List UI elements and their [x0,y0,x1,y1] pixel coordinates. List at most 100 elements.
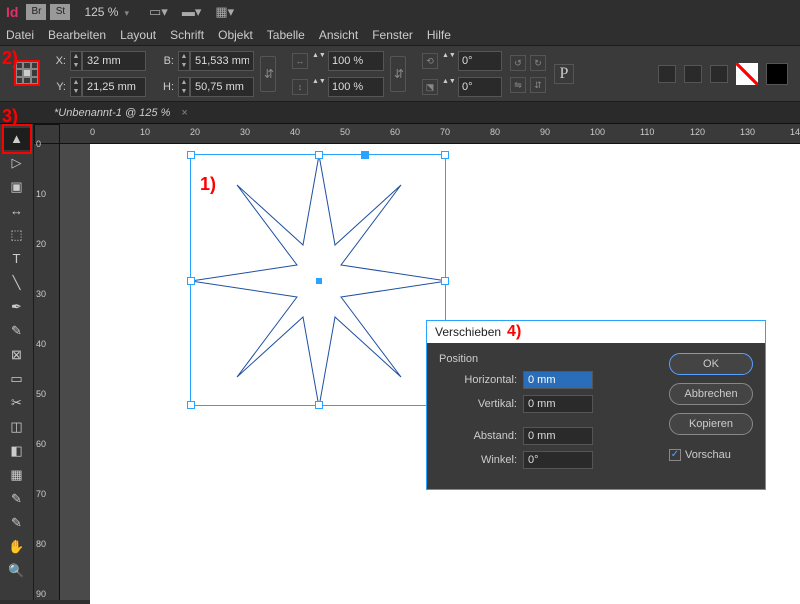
horizontal-input[interactable] [523,371,593,389]
horizontal-ruler[interactable]: 0102030405060708090100110120130140 [60,124,800,144]
free-transform-tool[interactable]: ◫ [4,416,30,438]
angle-label: Winkel: [439,454,517,466]
paragraph-style-icon[interactable]: P [554,64,574,84]
menu-datei[interactable]: Datei [6,28,34,42]
menu-tabelle[interactable]: Tabelle [267,28,305,42]
preview-checkbox[interactable]: ✓ Vorschau [669,449,753,461]
rotate-input[interactable] [458,51,502,71]
menu-bearbeiten[interactable]: Bearbeiten [48,28,106,42]
move-dialog: Verschieben 4) Position Horizontal: Vert… [426,320,766,490]
dialog-title: Verschieben [435,325,501,339]
h-stepper[interactable]: ▲▼ [178,77,190,97]
x-label: X: [52,55,66,67]
constrain-proportions-icon[interactable] [260,56,276,92]
zoom-tool[interactable]: 🔍 [4,560,30,582]
menu-layout[interactable]: Layout [120,28,156,42]
fill-none-icon[interactable] [736,63,758,85]
scale-x-icon: ↔ [292,53,308,69]
distance-input[interactable] [523,427,593,445]
annotation-4: 4) [507,323,521,341]
rotate-cw-icon[interactable]: ↻ [530,55,546,71]
annotation-1: 1) [200,174,216,195]
view-options-icon[interactable]: ▭▾ [149,4,168,20]
tool-panel: ▲ ▷ ▣ ↔ ⬚ T ╲ ✒ ✎ ⊠ ▭ ✂ ◫ ◧ ▦ ✎ ✎ ✋ 🔍 [0,124,34,600]
app-logo-icon: Id [6,4,18,20]
document-tab-strip: *Unbenannt-1 @ 125 % × [0,102,800,124]
menu-hilfe[interactable]: Hilfe [427,28,451,42]
gradient-swatch-tool[interactable]: ◧ [4,440,30,462]
h-input[interactable] [190,77,254,97]
y-input[interactable] [82,77,146,97]
w-stepper[interactable]: ▲▼ [178,51,190,71]
scaley-stepper[interactable]: ▲▼ [312,78,324,96]
flip-h-icon[interactable]: ⇋ [510,77,526,93]
content-collector-tool[interactable]: ⬚ [4,224,30,246]
distribute-icon[interactable] [684,65,702,83]
position-group-label: Position [439,353,655,365]
w-label: B: [160,55,174,67]
gradient-feather-tool[interactable]: ▦ [4,464,30,486]
document-tab-label: *Unbenannt-1 @ 125 % [54,107,170,119]
check-icon: ✓ [669,449,681,461]
ok-button[interactable]: OK [669,353,753,375]
note-tool[interactable]: ✎ [4,488,30,510]
vertical-input[interactable] [523,395,593,413]
flip-v-icon[interactable]: ⇵ [530,77,546,93]
bridge-icon[interactable]: Br [26,4,46,20]
pathfinder-icon[interactable] [710,65,728,83]
selection-bounding-box[interactable] [190,154,446,406]
hand-tool[interactable]: ✋ [4,536,30,558]
arrange-docs-icon[interactable]: ▦▾ [215,4,234,20]
shear-icon: ⬔ [422,79,438,95]
preview-label: Vorschau [685,449,731,461]
gap-tool[interactable]: ↔ [4,200,30,222]
document-tab[interactable]: *Unbenannt-1 @ 125 % × [46,104,196,122]
rot-stepper[interactable]: ▲▼ [442,52,454,70]
dialog-title-bar[interactable]: Verschieben 4) [427,321,765,343]
scale-y-icon: ↕ [292,79,308,95]
copy-button[interactable]: Kopieren [669,413,753,435]
eyedropper-tool[interactable]: ✎ [4,512,30,534]
menu-ansicht[interactable]: Ansicht [319,28,358,42]
page-tool[interactable]: ▣ [4,176,30,198]
constrain-scale-icon[interactable] [390,56,406,92]
w-input[interactable] [190,51,254,71]
vertical-ruler[interactable]: 0102030405060708090 [34,144,60,600]
pen-tool[interactable]: ✒ [4,296,30,318]
menu-objekt[interactable]: Objekt [218,28,253,42]
scissors-tool[interactable]: ✂ [4,392,30,414]
cancel-button[interactable]: Abbrechen [669,383,753,405]
x-input[interactable] [82,51,146,71]
menu-bar: Datei Bearbeiten Layout Schrift Objekt T… [0,24,800,46]
control-bar: X: ▲▼ Y: ▲▼ B: ▲▼ H: ▲▼ ↔▲▼ ↕▲▼ ⟲▲▼ ⬔▲▼ … [0,46,800,102]
y-stepper[interactable]: ▲▼ [70,77,82,97]
reference-point-control[interactable] [14,60,42,88]
align-icon[interactable] [658,65,676,83]
screen-mode-icon[interactable]: ▬▾ [182,4,202,20]
pencil-tool[interactable]: ✎ [4,320,30,342]
rectangle-tool[interactable]: ▭ [4,368,30,390]
annotation-3: 3) [2,106,18,127]
scale-x-input[interactable] [328,51,384,71]
shear-stepper[interactable]: ▲▼ [442,78,454,96]
menu-fenster[interactable]: Fenster [372,28,413,42]
menu-schrift[interactable]: Schrift [170,28,204,42]
scale-y-input[interactable] [328,77,384,97]
vertical-label: Vertikal: [439,398,517,410]
stock-icon[interactable]: St [50,4,70,20]
scalex-stepper[interactable]: ▲▼ [312,52,324,70]
shear-input[interactable] [458,77,502,97]
rectangle-frame-tool[interactable]: ⊠ [4,344,30,366]
zoom-level-select[interactable]: 125 % [84,5,129,19]
rotate-ccw-icon[interactable]: ↺ [510,55,526,71]
h-label: H: [160,81,174,93]
app-bar: Id Br St 125 % ▭▾ ▬▾ ▦▾ [0,0,800,24]
type-tool[interactable]: T [4,248,30,270]
stroke-black-icon[interactable] [766,63,788,85]
line-tool[interactable]: ╲ [4,272,30,294]
direct-selection-tool[interactable]: ▷ [4,152,30,174]
rotate-icon: ⟲ [422,53,438,69]
angle-input[interactable] [523,451,593,469]
close-tab-icon[interactable]: × [181,107,187,119]
x-stepper[interactable]: ▲▼ [70,51,82,71]
